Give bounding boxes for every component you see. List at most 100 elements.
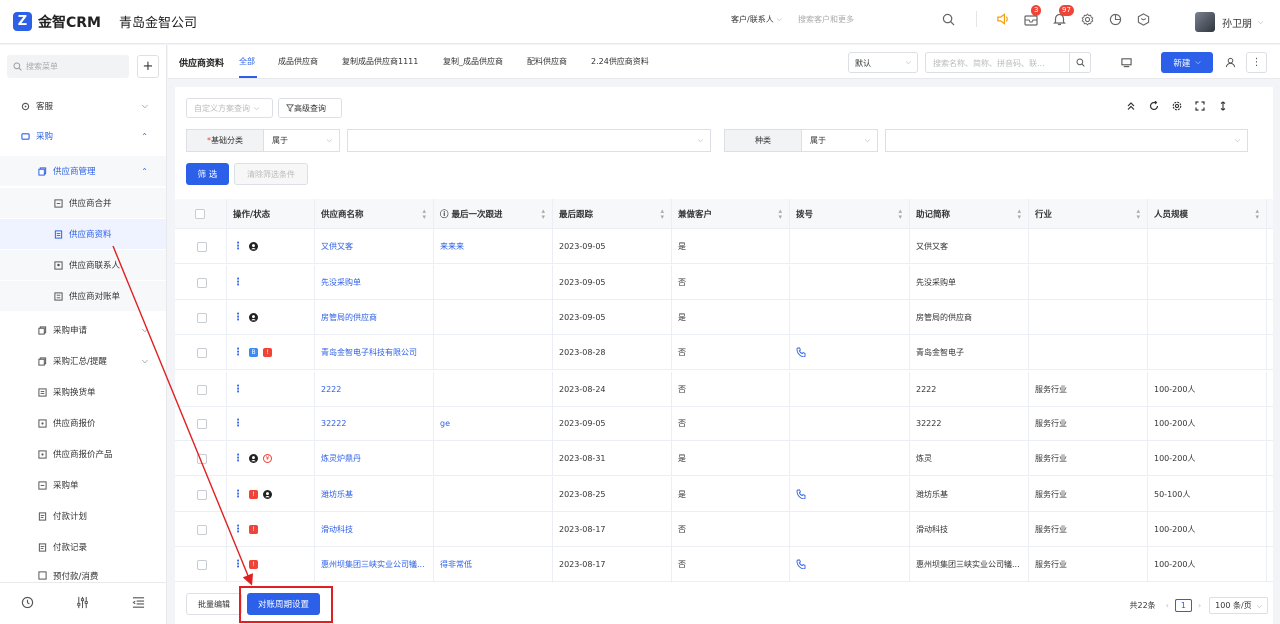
supplier-name-cell[interactable]: 又供又客 bbox=[315, 229, 434, 264]
sidebar-item-supplier-contact[interactable]: 供应商联系人 bbox=[0, 250, 166, 280]
table-row[interactable]: ⋮ 2222 2023-08-24 否 2222 服务行业 100-200人 bbox=[175, 372, 1273, 407]
supplier-name-cell[interactable]: 青岛金智电子科技有限公司 bbox=[315, 335, 434, 370]
table-row[interactable]: ⋮! 滑动科技 2023-08-17 否滑动科技 服务行业 100-200人 bbox=[175, 512, 1273, 547]
row-checkbox[interactable] bbox=[197, 312, 207, 323]
settings-icon[interactable] bbox=[1079, 11, 1095, 27]
supplier-name-cell[interactable]: 滑动科技 bbox=[315, 512, 434, 547]
row-menu-icon[interactable]: ⋮ bbox=[233, 453, 243, 464]
refresh-icon[interactable] bbox=[1148, 101, 1160, 111]
filter-button[interactable]: 筛 选 bbox=[186, 163, 229, 185]
next-page-icon[interactable]: › bbox=[1198, 601, 1201, 610]
supplier-name-cell[interactable]: 炼灵炉鼎丹 bbox=[315, 441, 434, 476]
sort-icon[interactable]: ▴ ▾ bbox=[660, 208, 664, 221]
sidebar-item-supplier-manage[interactable]: 供应商管理 ⌃ bbox=[0, 156, 166, 186]
company-name[interactable]: 青岛金智公司 bbox=[119, 12, 197, 31]
prev-page-icon[interactable]: ‹ bbox=[1166, 601, 1169, 610]
select-all-checkbox[interactable] bbox=[195, 209, 205, 219]
last-follow-cell[interactable]: 来来来 bbox=[434, 229, 553, 264]
tab-all[interactable]: 全部 bbox=[239, 56, 255, 67]
last-follow-cell[interactable] bbox=[434, 372, 553, 407]
col-industry[interactable]: 行业 ▴ ▾ bbox=[1029, 199, 1148, 229]
supplier-name-cell[interactable]: 2222 bbox=[315, 372, 434, 407]
sidebar-item-purchase-summary[interactable]: 采购汇总/提醒 ⌵ bbox=[0, 346, 166, 376]
col-staff-size[interactable]: 人员规模 ▴ ▾ bbox=[1148, 199, 1267, 229]
page-size-select[interactable]: 100 条/页 ⌵ bbox=[1209, 597, 1268, 614]
col-abbr[interactable]: 助记简称 ▴ ▾ bbox=[910, 199, 1029, 229]
col-last-follow[interactable]: ⓘ 最后一次跟进 ▴ ▾ bbox=[434, 199, 553, 229]
sidebar-item-supplier-quote[interactable]: 供应商报价 bbox=[0, 408, 166, 438]
settings-icon[interactable] bbox=[1171, 101, 1183, 111]
filter-settings-icon[interactable] bbox=[76, 596, 89, 612]
sidebar-item-prepayment[interactable]: 预付款/消费 bbox=[0, 563, 166, 581]
row-menu-icon[interactable]: ⋮ bbox=[233, 489, 243, 500]
supplier-name-cell[interactable]: 先没采购单 bbox=[315, 265, 434, 300]
history-icon[interactable] bbox=[21, 596, 34, 612]
tab-copy-finished[interactable]: 复制_成品供应商 bbox=[443, 56, 503, 67]
col-name[interactable]: 供应商名称 ▴ ▾ bbox=[315, 199, 434, 229]
global-search-input[interactable]: 搜索客户和更多 bbox=[798, 14, 854, 25]
row-checkbox[interactable] bbox=[197, 241, 207, 252]
phone-icon[interactable] bbox=[796, 347, 806, 359]
last-follow-cell[interactable] bbox=[434, 300, 553, 335]
sidebar-item-payment-record[interactable]: 付款记录 bbox=[0, 532, 166, 562]
tab-ingredient-supplier[interactable]: 配料供应商 bbox=[527, 56, 567, 67]
batch-edit-button[interactable]: 批量编辑 bbox=[186, 593, 242, 615]
sidebar-item-purchase-exchange[interactable]: 采购换货单 bbox=[0, 377, 166, 407]
supplier-name-cell[interactable]: 惠州坝集团三峡实业公司犠... bbox=[315, 547, 434, 582]
supplier-name-cell[interactable]: 32222 bbox=[315, 406, 434, 441]
supplier-name-cell[interactable]: 潍坊乐基 bbox=[315, 477, 434, 512]
col-is-customer[interactable]: 兼做客户 ▴ ▾ bbox=[672, 199, 790, 229]
cube-icon[interactable] bbox=[1135, 11, 1151, 27]
table-row[interactable]: ⋮ 房管局的供应商 2023-09-05 是 房管局的供应商 bbox=[175, 300, 1273, 335]
filter-value-select-2[interactable]: ⌵ bbox=[885, 129, 1248, 152]
sidebar-item-supplier-quote-product[interactable]: 供应商报价产品 bbox=[0, 439, 166, 469]
sidebar-item-supplier-info[interactable]: 供应商资料 bbox=[0, 219, 166, 249]
sidebar-item-supplier-statement[interactable]: 供应商对账单 bbox=[0, 281, 166, 311]
row-menu-icon[interactable]: ⋮ bbox=[233, 347, 243, 358]
search-scope-select[interactable]: 客户/联系人 bbox=[731, 14, 774, 25]
view-select[interactable]: 默认 ⌵ bbox=[848, 52, 918, 73]
row-menu-icon[interactable]: ⋮ bbox=[233, 277, 243, 288]
chart-pie-icon[interactable] bbox=[1107, 11, 1123, 27]
table-row[interactable]: ⋮! 惠州坝集团三峡实业公司犠... 得非常低 2023-08-17 否惠州坝集团三峡实… bbox=[175, 547, 1273, 582]
last-follow-cell[interactable] bbox=[434, 335, 553, 370]
app-logo[interactable]: Z 金智CRM bbox=[13, 12, 101, 32]
list-search-input[interactable]: 搜索名称、简称、拼音码、联... bbox=[925, 52, 1091, 73]
more-button[interactable]: ⋮ bbox=[1246, 52, 1267, 73]
sort-icon[interactable]: ▴ ▾ bbox=[898, 208, 902, 221]
sidebar-item-payment-plan[interactable]: 付款计划 bbox=[0, 501, 166, 531]
tab-copy-finished-supplier[interactable]: 复制成品供应商1111 bbox=[342, 56, 418, 67]
print-button[interactable] bbox=[1116, 52, 1137, 73]
tab-224-supplier[interactable]: 2.24供应商资料 bbox=[591, 56, 649, 67]
global-search[interactable]: 客户/联系人 ⌵ 搜索客户和更多 bbox=[731, 14, 854, 25]
new-button[interactable]: 新建 ⌵ bbox=[1161, 52, 1213, 73]
sort-icon[interactable]: ▴ ▾ bbox=[1255, 208, 1259, 221]
table-row[interactable]: ⋮ ¥ 炼灵炉鼎丹 2023-08-31 是炼灵 服务行业 100-200人 bbox=[175, 441, 1273, 476]
row-menu-icon[interactable]: ⋮ bbox=[233, 384, 243, 395]
table-row[interactable]: ⋮ 32222 ge 2023-09-05 否 32222 服务行业 100-200人 bbox=[175, 406, 1273, 441]
row-menu-icon[interactable]: ⋮ bbox=[233, 418, 243, 429]
last-follow-cell[interactable]: ge bbox=[434, 406, 553, 441]
row-checkbox[interactable] bbox=[197, 524, 207, 535]
sidebar-item-purchase-order[interactable]: 采购单 bbox=[0, 470, 166, 500]
table-row[interactable]: ⋮ 先没采购单 2023-09-05 否 先没采购单 bbox=[175, 265, 1273, 300]
sort-icon[interactable]: ▴ ▾ bbox=[1017, 208, 1021, 221]
sidebar-item-purchase-request[interactable]: 采购申请 ⌵ bbox=[0, 315, 166, 345]
row-checkbox[interactable] bbox=[197, 418, 207, 429]
row-checkbox[interactable] bbox=[197, 277, 207, 288]
custom-plan-select[interactable]: 自定义方案查询 ⌵ bbox=[186, 98, 273, 118]
sidebar-item-supplier-merge[interactable]: 供应商合并 bbox=[0, 188, 166, 218]
row-menu-icon[interactable]: ⋮ bbox=[233, 524, 243, 535]
phone-icon[interactable] bbox=[796, 559, 806, 571]
clear-filter-button[interactable]: 清除筛选条件 bbox=[234, 163, 308, 185]
fullscreen-icon[interactable] bbox=[1194, 101, 1206, 111]
last-follow-cell[interactable] bbox=[434, 477, 553, 512]
row-checkbox[interactable] bbox=[197, 453, 207, 464]
filter-op-select-1[interactable]: 属于 ⌵ bbox=[263, 129, 340, 152]
bell-icon[interactable]: 97 bbox=[1051, 5, 1074, 27]
table-row[interactable]: ⋮! 潍坊乐基 2023-08-25 是潍坊乐基 服务行业 50-100人 bbox=[175, 477, 1273, 512]
user-menu[interactable]: 孙卫朋 ⌵ bbox=[1195, 12, 1263, 32]
sort-icon[interactable]: ▴ ▾ bbox=[541, 208, 545, 221]
last-follow-cell[interactable] bbox=[434, 265, 553, 300]
row-menu-icon[interactable]: ⋮ bbox=[233, 312, 243, 323]
